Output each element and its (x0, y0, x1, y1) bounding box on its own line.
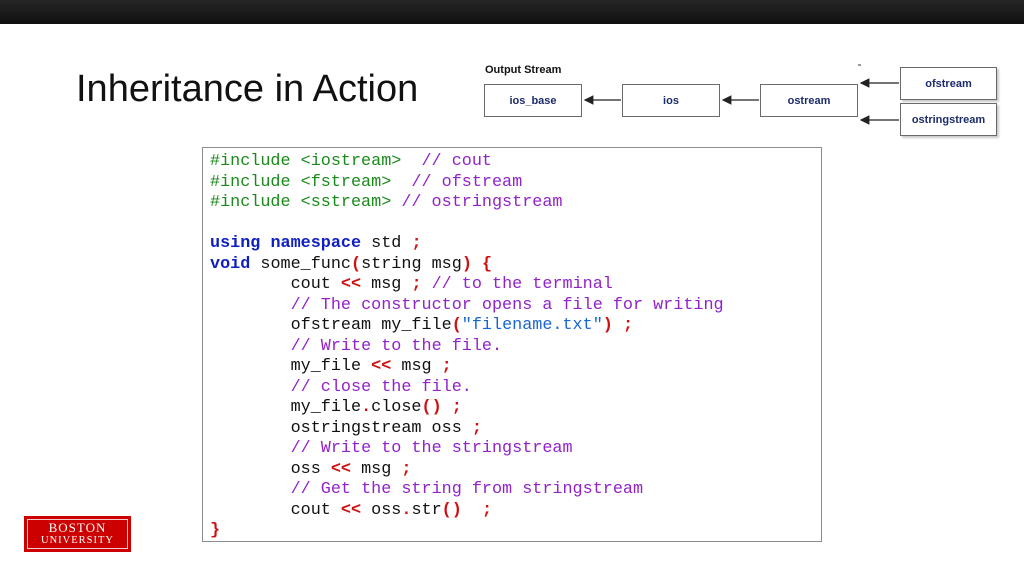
code-token: some_func (250, 254, 352, 274)
code-token: ; (411, 234, 422, 253)
code-token: msg (391, 357, 442, 376)
code-token: msg (361, 275, 412, 294)
code-token: namespace (270, 234, 362, 253)
code-token: // The constructor opens a file for writ… (290, 295, 724, 315)
code-listing: #include <iostream> // cout #include <fst… (210, 152, 724, 542)
code-line: // Write to the stringstream (210, 439, 724, 460)
code-line: } (210, 521, 724, 542)
code-token: // close the file. (290, 377, 472, 397)
code-line: #include <iostream> // cout (210, 152, 724, 173)
code-token: #include <iostream> (210, 152, 422, 171)
code-token: << (340, 275, 362, 294)
code-token: ; (622, 316, 634, 335)
logo-line-university: UNIVERSITY (41, 535, 114, 546)
code-token: . (361, 398, 372, 417)
code-token: // Get the string from stringstream (290, 480, 644, 499)
code-line: cout << oss.str() ; (210, 501, 724, 522)
code-token: my_file (210, 398, 362, 417)
code-token: // to the terminal (431, 275, 613, 294)
code-token: ; (471, 418, 482, 438)
code-block: #include <iostream> // cout #include <fst… (202, 147, 822, 542)
code-line: cout << msg ; // to the terminal (210, 275, 724, 296)
code-token: cout (210, 275, 341, 294)
code-token: using (210, 234, 261, 253)
top-bar (0, 0, 1024, 24)
code-token: ( (351, 254, 362, 274)
inheritance-diagram: Output Stream ios_base ios ostream ofstr… (478, 58, 1014, 144)
code-token: msg (351, 459, 402, 479)
code-token: ; (441, 357, 452, 376)
code-line: #include <sstream> // ostringstream (210, 193, 724, 214)
code-token: . (401, 500, 412, 520)
code-token: // cout (421, 152, 492, 171)
code-token: cout (210, 500, 341, 520)
code-token: ofstream my_file (210, 316, 452, 335)
code-token: () (421, 398, 442, 417)
code-token: ; (411, 275, 422, 294)
code-token: } (210, 521, 221, 540)
code-line: #include <fstream> // ofstream (210, 173, 724, 194)
code-line: my_file << msg ; (210, 357, 724, 378)
code-line: void some_func(string msg) { (210, 255, 724, 276)
code-token: oss (210, 459, 331, 479)
code-line: // Write to the file. (210, 337, 724, 358)
code-line: // Get the string from stringstream (210, 480, 724, 501)
code-token: ( (451, 316, 462, 335)
code-token: string msg (361, 254, 462, 274)
code-token: void (210, 254, 251, 274)
code-line: my_file.close() ; (210, 398, 724, 419)
code-token: << (371, 357, 392, 376)
code-line: // close the file. (210, 378, 724, 399)
code-token: // Write to the stringstream (290, 439, 573, 458)
code-token: << (330, 459, 352, 479)
diagram-arrows (583, 78, 899, 125)
code-line: ostringstream oss ; (210, 419, 724, 440)
code-token: my_file (210, 357, 372, 376)
code-token: close (371, 398, 422, 417)
code-token: #include <fstream> (210, 172, 412, 192)
code-token: "filename.txt" (461, 316, 603, 335)
code-token: << (340, 500, 362, 520)
code-token: ; (401, 459, 412, 479)
logo-line-boston: BOSTON (48, 520, 107, 535)
slide-title: Inheritance in Action (76, 68, 419, 110)
code-token: ; (481, 500, 493, 520)
code-line: oss << msg ; (210, 460, 724, 481)
code-token: // Write to the file. (290, 336, 503, 356)
code-line: // The constructor opens a file for writ… (210, 296, 724, 317)
code-token: // ostringstream (401, 193, 563, 212)
code-token: // ofstream (411, 172, 523, 192)
code-token: oss (361, 500, 402, 520)
code-line: using namespace std ; (210, 234, 724, 255)
boston-university-logo: BOSTON UNIVERSITY (24, 516, 131, 552)
code-token: #include <sstream> (210, 193, 402, 212)
code-token: std (361, 234, 412, 253)
code-token: ) (461, 254, 472, 274)
code-token: ; (451, 398, 462, 417)
code-token: { (481, 254, 493, 274)
code-token: str (411, 500, 442, 520)
code-line: ofstream my_file("filename.txt") ; (210, 316, 724, 337)
code-token: ) (602, 316, 613, 335)
code-token: () (441, 500, 462, 520)
code-token: ostringstream oss (210, 418, 472, 438)
